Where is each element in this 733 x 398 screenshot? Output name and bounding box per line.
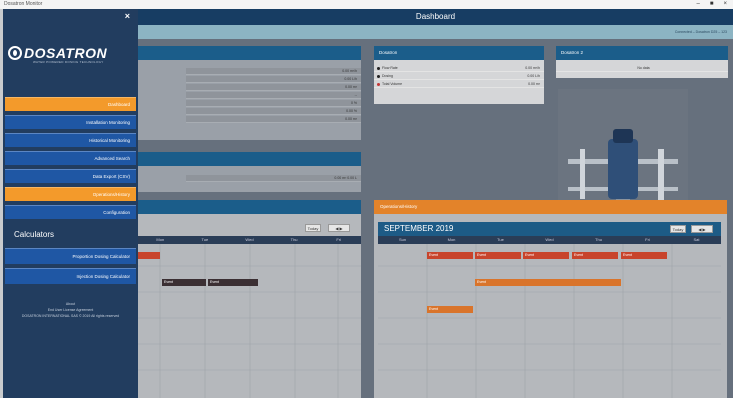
calendar-event[interactable]: Event <box>208 279 258 286</box>
window-titlebar: Dosatron Monitor – ■ × <box>0 0 733 9</box>
calendar-event[interactable]: Event <box>427 252 473 259</box>
dosatron-row: Flow Rate 0.00 m³/h <box>374 64 544 72</box>
calendar-right: SEPTEMBER 2019 Today ◀ ▶ Sun Mon Tue Wed Thu… <box>374 214 727 398</box>
today-button[interactable]: Today <box>670 225 686 233</box>
calendar-event[interactable]: Event <box>162 279 206 286</box>
prev-next-button[interactable]: ◀ ▶ <box>691 225 713 233</box>
operations-history-header: Operations/History <box>374 200 727 214</box>
totals-row: 0.00 m³ 0.00 L <box>186 175 361 182</box>
alert-dot-icon <box>377 82 380 86</box>
minimize-button[interactable]: – <box>697 0 700 9</box>
nav-proportion-calculator[interactable]: Proportion Dosing Calculator <box>5 248 136 264</box>
calendar-left-header <box>138 200 361 214</box>
logo: DOSATRON <box>8 45 107 61</box>
calendar-right-grid <box>378 244 721 398</box>
calendar-weekdays: Mon Tue Wed Thu Fri <box>138 236 361 244</box>
calendar-event[interactable]: Event <box>427 306 473 313</box>
nav-injection-calculator[interactable]: Injection Dosing Calculator <box>5 268 136 284</box>
status-row: 0.00 m³ <box>186 116 361 123</box>
calendar-left: Today ◀ ▶ Mon Tue Wed Thu Fri Event Event <box>138 214 361 398</box>
calculators-heading: Calculators <box>14 230 55 239</box>
nav-historical-monitoring[interactable]: Historical Monitoring <box>5 133 136 147</box>
maximize-button[interactable]: ■ <box>710 0 714 9</box>
status-row: 0 % <box>186 100 361 107</box>
prev-next-button[interactable]: ◀ ▶ <box>328 224 350 232</box>
calendar-event[interactable]: Event <box>475 279 621 286</box>
calendar-event[interactable]: Event <box>475 252 521 259</box>
panel-status-header <box>138 46 361 60</box>
dosatron-panel-title: Dosatron <box>374 46 544 60</box>
calendar-weekdays: Sun Mon Tue Wed Thu Fri Sat <box>378 236 721 244</box>
today-button[interactable]: Today <box>305 224 321 232</box>
close-window-button[interactable]: × <box>723 0 727 9</box>
calculators-nav: Proportion Dosing Calculator Injection D… <box>5 248 136 288</box>
calendar-event[interactable] <box>138 252 160 259</box>
status-row: 0.00 m³ <box>186 84 361 91</box>
nav-configuration[interactable]: Configuration <box>5 205 136 219</box>
calendar-event[interactable]: Event <box>621 252 667 259</box>
window-title: Dosatron Monitor <box>4 1 43 7</box>
calendar-event[interactable]: Event <box>572 252 618 259</box>
status-row: -- <box>186 92 361 99</box>
status-row: 0.00 m³/h <box>186 68 361 75</box>
status-row: 0.00 % <box>186 108 361 115</box>
dosatron-panel: Flow Rate 0.00 m³/h Dosing 0.00 L/h Total … <box>374 60 544 104</box>
dosatron2-panel-title: Dosatron 2 <box>556 46 728 60</box>
nav-advanced-search[interactable]: Advanced Search <box>5 151 136 165</box>
nav-operations-history[interactable]: Operations/History <box>5 187 136 201</box>
copyright: DOSATRON INTERNATIONAL SAS © 2019 All ri… <box>21 314 120 318</box>
close-sidebar-icon[interactable]: × <box>125 11 130 21</box>
nav-dashboard[interactable]: Dashboard <box>5 97 136 111</box>
logo-tagline: WATER POWERED DOSING TECHNOLOGY <box>33 60 104 64</box>
nav-installation-monitoring[interactable]: Installation Monitoring <box>5 115 136 129</box>
page-title: Dashboard <box>138 9 733 25</box>
status-dot-icon <box>377 74 380 78</box>
dosatron2-panel: No data <box>556 60 728 78</box>
dosatron-row: Total Volume 0.00 m³ <box>374 80 544 88</box>
sidebar-footer: About End User License Agreement DOSATRO… <box>3 301 138 319</box>
sidebar: × DOSATRON WATER POWERED DOSING TECHNOLO… <box>3 9 138 398</box>
panel-totals-header <box>138 152 361 166</box>
dashboard-content: 0.00 m³/h 0.00 L/h 0.00 m³ -- 0 % 0.00 %… <box>138 39 733 398</box>
status-row: 0.00 L/h <box>186 76 361 83</box>
status-dot-icon <box>377 66 380 70</box>
main-nav: Dashboard Installation Monitoring Histor… <box>5 97 136 223</box>
calendar-event[interactable]: Event <box>523 252 569 259</box>
calendar-left-grid <box>138 244 361 398</box>
dosatron-row: Dosing 0.00 L/h <box>374 72 544 80</box>
dosatron2-value: No data <box>556 64 728 72</box>
nav-data-export[interactable]: Data Export (CSV) <box>5 169 136 183</box>
logo-drop-icon <box>8 46 22 60</box>
logo-text: DOSATRON <box>24 45 108 61</box>
connection-status: Connected – Dosatron D25 – 123 <box>138 25 733 39</box>
